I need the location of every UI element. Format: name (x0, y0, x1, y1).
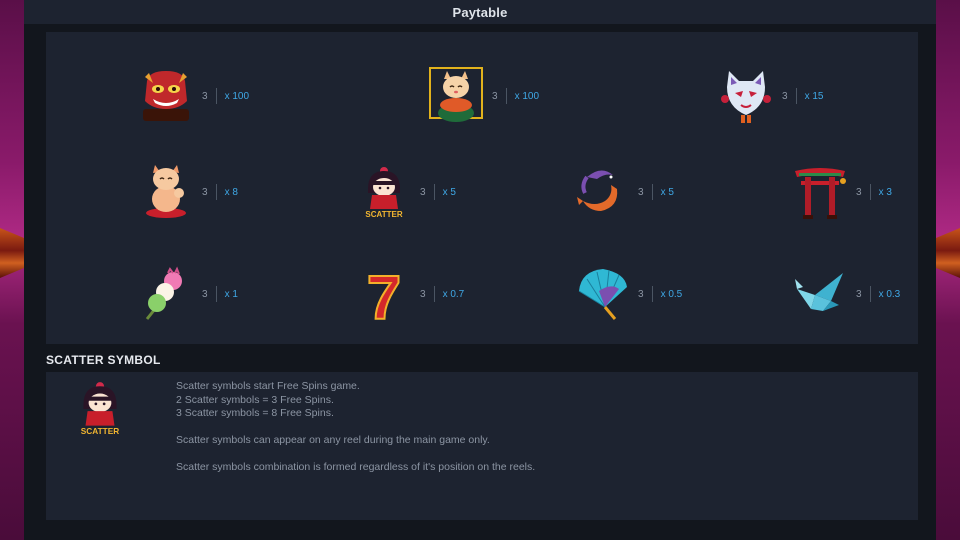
scatter-label: SCATTER (365, 210, 402, 219)
lucky-cat-icon (428, 66, 484, 126)
symbol-torii-gate: 3 x 3 (792, 162, 892, 222)
scatter-info-box: SCATTER Scatter symbols start Free Spins… (46, 372, 918, 520)
symbol-multiplier: x 3 (878, 186, 892, 198)
wild-demon-icon (138, 66, 194, 126)
symbol-multiplier: x 1 (224, 288, 238, 300)
symbol-multiplier: x 100 (224, 90, 250, 102)
symbol-multiplier: x 0.3 (878, 288, 901, 300)
symbol-multiplier: x 5 (442, 186, 456, 198)
symbol-wild: 3 x 100 (138, 66, 249, 126)
left-ornament (0, 228, 24, 278)
symbol-fan: 3 x 0.5 (574, 264, 682, 324)
symbol-dancing-cat: 3 x 8 (138, 162, 238, 222)
scatter-rules: Scatter symbols start Free Spins game. 2… (176, 380, 556, 421)
fan-icon (574, 264, 630, 324)
paytable-panel[interactable]: Paytable 3 x 100 3 x 100 3 x 15 3 x 8 SC… (24, 0, 936, 540)
kokeshi-doll-icon: SCATTER (72, 378, 128, 438)
seven-icon: 7 (356, 264, 412, 324)
symbol-seven: 7 3 x 0.7 (356, 264, 464, 324)
symbol-kitsune-mask: 3 x 15 (718, 66, 823, 126)
symbol-scatter: SCATTER 3 x 5 (356, 162, 456, 222)
divider (433, 184, 435, 200)
symbol-count: 3 (202, 186, 208, 198)
symbol-count: 3 (202, 288, 208, 300)
symbol-count: 3 (420, 288, 426, 300)
game-screen: Paytable 3 x 100 3 x 100 3 x 15 3 x 8 SC… (0, 0, 960, 540)
divider (795, 88, 797, 104)
scatter-line-2: 2 Scatter symbols = 3 Free Spins. (176, 393, 334, 406)
left-frame-decoration (0, 0, 24, 540)
divider (215, 184, 217, 200)
symbol-multiplier: x 0.7 (442, 288, 465, 300)
symbol-multiplier: x 100 (514, 90, 540, 102)
divider (433, 286, 435, 302)
symbol-count: 3 (782, 90, 788, 102)
symbol-dango: 3 x 1 (138, 264, 238, 324)
paper-crane-icon (792, 264, 848, 324)
divider (651, 184, 653, 200)
symbol-count: 3 (856, 288, 862, 300)
symbol-count: 3 (638, 288, 644, 300)
kokeshi-doll-icon: SCATTER (356, 162, 412, 222)
divider (651, 286, 653, 302)
symbol-multiplier: x 0.5 (660, 288, 683, 300)
paytable-header: Paytable (24, 0, 936, 24)
fox-mask-icon (718, 66, 774, 126)
symbol-count: 3 (492, 90, 498, 102)
symbol-koi-fish: 3 x 5 (574, 162, 674, 222)
scatter-section-title: SCATTER SYMBOL (46, 353, 161, 367)
symbol-count: 3 (202, 90, 208, 102)
divider (869, 184, 871, 200)
symbol-multiplier: x 15 (804, 90, 824, 102)
symbol-count: 3 (638, 186, 644, 198)
symbol-count: 3 (856, 186, 862, 198)
torii-gate-icon (792, 162, 848, 222)
scatter-paragraph-2: Scatter symbols can appear on any reel d… (176, 434, 490, 446)
divider (505, 88, 507, 104)
symbol-lucky-cat: 3 x 100 (428, 66, 539, 126)
symbol-multiplier: x 5 (660, 186, 674, 198)
right-ornament (936, 228, 960, 278)
divider (215, 88, 217, 104)
scatter-paragraph-3: Scatter symbols combination is formed re… (176, 461, 536, 473)
symbol-count: 3 (420, 186, 426, 198)
divider (869, 286, 871, 302)
scatter-line-3: 3 Scatter symbols = 8 Free Spins. (176, 407, 334, 419)
dancing-cat-icon (138, 162, 194, 222)
symbol-crane: 3 x 0.3 (792, 264, 900, 324)
koi-fish-icon (574, 162, 630, 222)
seven-glyph: 7 (367, 265, 401, 323)
symbol-multiplier: x 8 (224, 186, 238, 198)
divider (215, 286, 217, 302)
page-title: Paytable (452, 4, 508, 20)
right-frame-decoration (936, 0, 960, 540)
dango-icon (138, 264, 194, 324)
symbol-payouts: 3 x 100 3 x 100 3 x 15 3 x 8 SCATTER 3 x… (46, 32, 918, 344)
scatter-description: Scatter symbols start Free Spins game. 2… (176, 380, 556, 475)
scatter-icon-label: SCATTER (81, 427, 119, 436)
scatter-line-1: Scatter symbols start Free Spins game. (176, 380, 360, 392)
